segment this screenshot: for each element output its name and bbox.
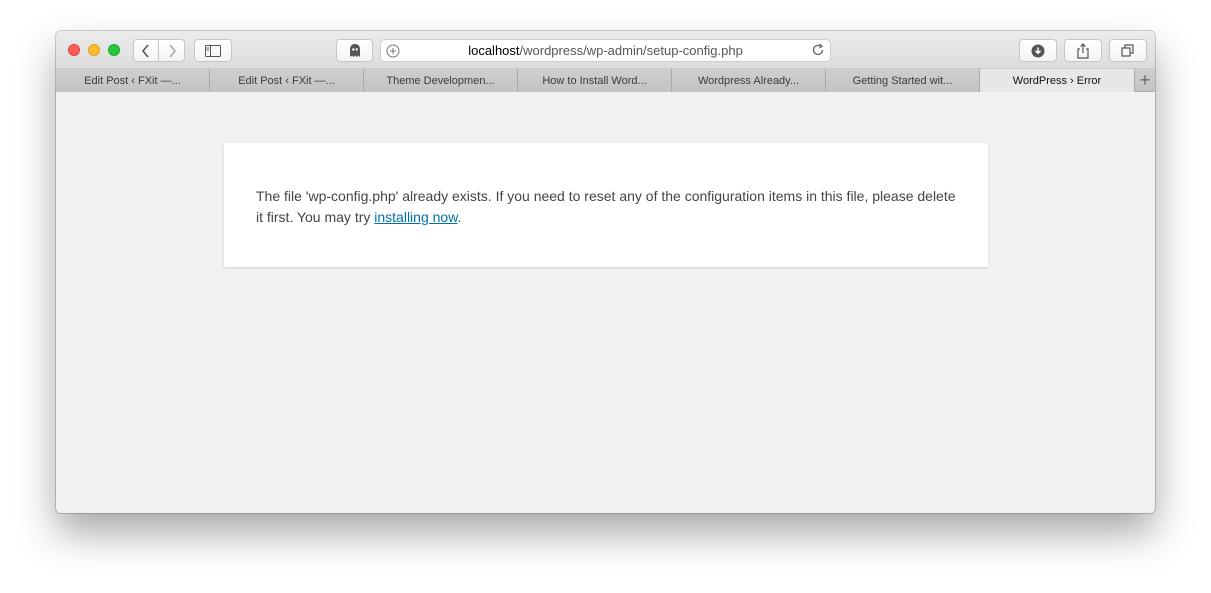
show-all-tabs-button[interactable]	[1109, 39, 1147, 62]
share-button[interactable]	[1064, 39, 1102, 62]
add-bookmark-icon[interactable]	[386, 44, 400, 58]
forward-button[interactable]	[158, 39, 185, 62]
tab-how-to-install[interactable]: How to Install Word...	[518, 69, 672, 92]
address-text: localhost/wordpress/wp-admin/setup-confi…	[468, 43, 743, 58]
browser-window: localhost/wordpress/wp-admin/setup-confi…	[56, 31, 1155, 513]
tab-wordpress-error[interactable]: WordPress › Error	[980, 69, 1134, 92]
minimize-window-button[interactable]	[88, 44, 100, 56]
tab-wordpress-already[interactable]: Wordpress Already...	[672, 69, 826, 92]
ghostery-icon	[349, 43, 360, 57]
tab-edit-post-1[interactable]: Edit Post ‹ FXit —...	[56, 69, 210, 92]
address-host: localhost	[468, 43, 520, 58]
sidebar-toggle-button[interactable]	[194, 39, 232, 62]
tab-theme-development[interactable]: Theme Developmen...	[364, 69, 518, 92]
tab-bar: Edit Post ‹ FXit —... Edit Post ‹ FXit —…	[56, 69, 1155, 92]
share-icon	[1077, 42, 1089, 59]
error-message: The file 'wp-config.php' already exists.…	[256, 186, 956, 228]
content-blocker-button[interactable]	[336, 39, 373, 62]
installing-now-link[interactable]: installing now	[374, 209, 457, 225]
reload-icon[interactable]	[811, 43, 825, 57]
chevron-left-icon	[141, 43, 149, 58]
new-tab-button[interactable]: +	[1134, 69, 1155, 91]
back-button[interactable]	[133, 39, 159, 62]
download-icon	[1031, 44, 1045, 57]
chevron-right-icon	[168, 43, 176, 58]
tab-getting-started[interactable]: Getting Started wit...	[826, 69, 980, 92]
address-bar[interactable]: localhost/wordpress/wp-admin/setup-confi…	[380, 39, 831, 62]
tab-edit-post-2[interactable]: Edit Post ‹ FXit —...	[210, 69, 364, 92]
page-content: The file 'wp-config.php' already exists.…	[56, 93, 1155, 513]
browser-toolbar: localhost/wordpress/wp-admin/setup-confi…	[56, 31, 1155, 69]
error-notice-card: The file 'wp-config.php' already exists.…	[224, 143, 988, 267]
error-message-end: .	[457, 209, 462, 225]
error-message-text: The file 'wp-config.php' already exists.…	[256, 188, 956, 225]
downloads-button[interactable]	[1019, 39, 1057, 62]
tabs-overview-icon	[1121, 43, 1134, 57]
address-path: /wordpress/wp-admin/setup-config.php	[519, 43, 743, 58]
maximize-window-button[interactable]	[108, 44, 120, 56]
sidebar-icon	[205, 44, 221, 57]
close-window-button[interactable]	[68, 44, 80, 56]
